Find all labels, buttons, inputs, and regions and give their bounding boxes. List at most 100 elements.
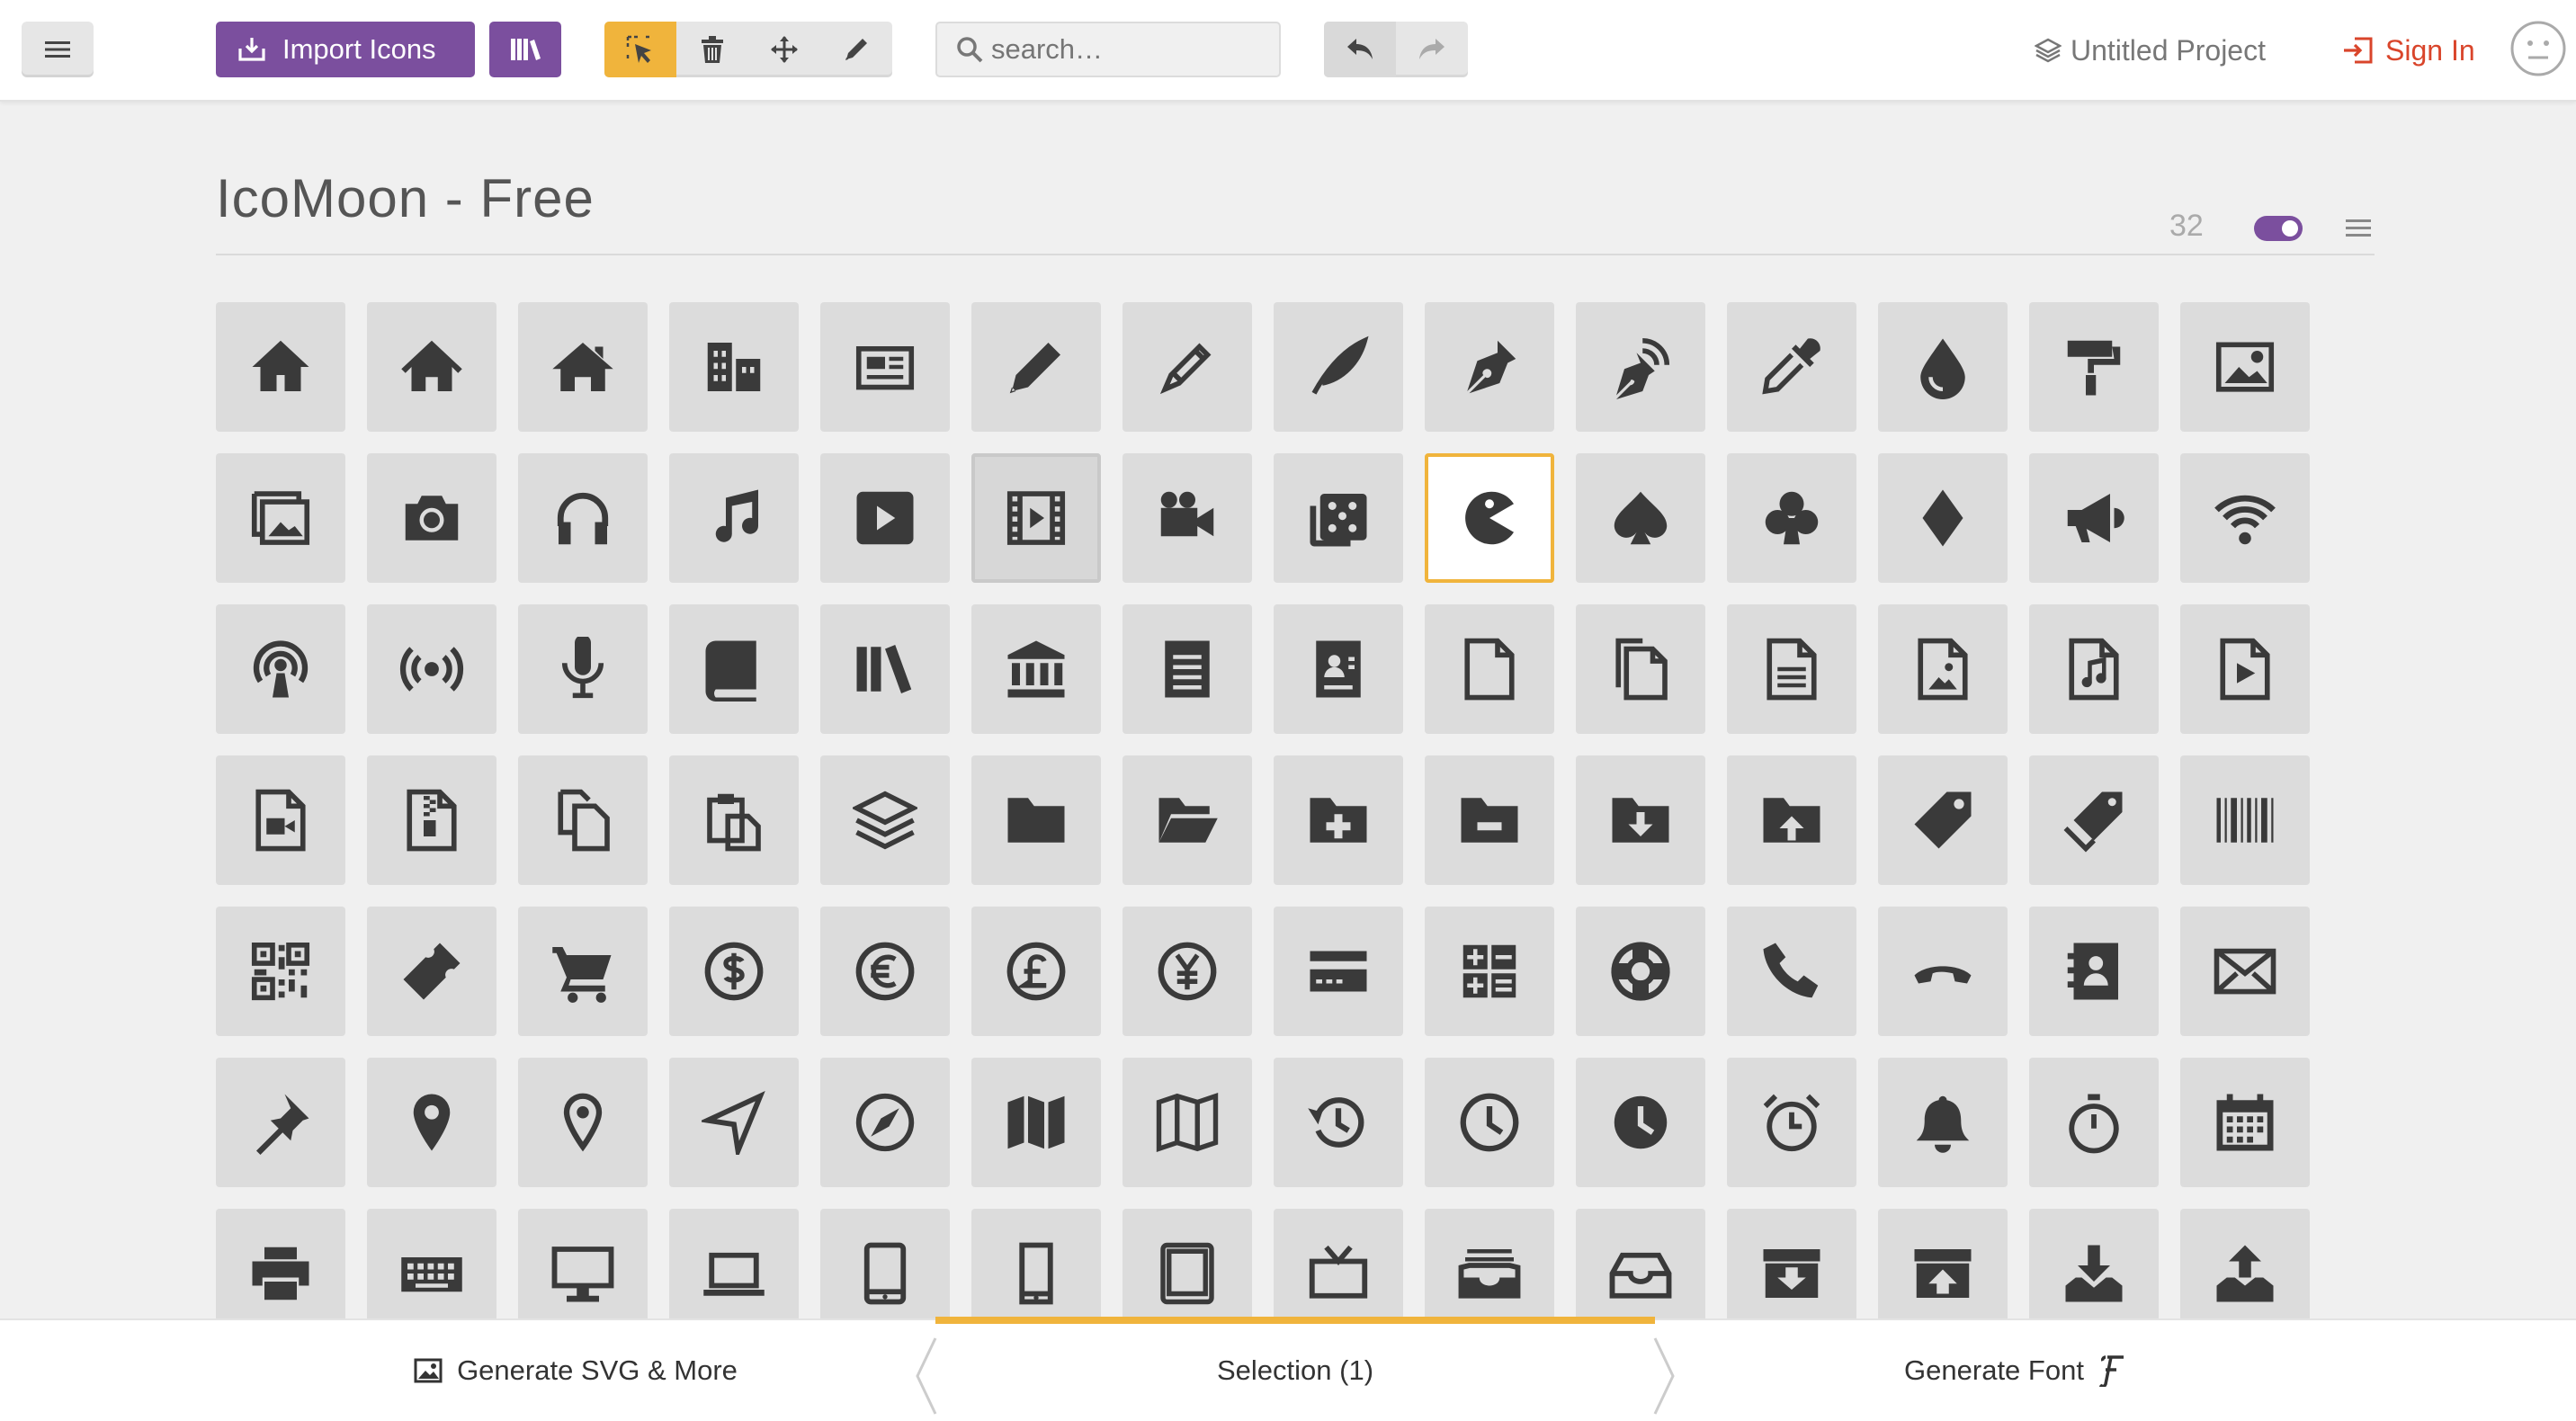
icon-tile-music[interactable] [669, 453, 799, 583]
icon-tile-bell[interactable] [1878, 1058, 2008, 1187]
move-tool-button[interactable] [748, 22, 820, 77]
icon-tile-compass2[interactable] [820, 1058, 950, 1187]
icon-tile-bullhorn[interactable] [2029, 453, 2159, 583]
icon-tile-stack[interactable] [820, 755, 950, 885]
icon-tile-clock[interactable] [1425, 1058, 1554, 1187]
icon-tile-file-picture[interactable] [1878, 604, 2008, 734]
icon-tile-coin-yen[interactable] [1123, 907, 1252, 1036]
icon-tile-feed[interactable] [367, 604, 496, 734]
icon-tile-envelop[interactable] [2180, 907, 2310, 1036]
icon-tile-pacman[interactable] [1425, 453, 1554, 583]
icon-tile-file-text2[interactable] [1727, 604, 1856, 734]
icon-tile-stopwatch[interactable] [2029, 1058, 2159, 1187]
icon-tile-coin-dollar[interactable] [669, 907, 799, 1036]
icon-tile-history[interactable] [1274, 1058, 1403, 1187]
icon-tile-drawer2[interactable] [1576, 1209, 1705, 1319]
icon-tile-headphones[interactable] [518, 453, 648, 583]
icon-tile-tablet[interactable] [1123, 1209, 1252, 1319]
icon-tile-folder-open[interactable] [1123, 755, 1252, 885]
icon-tile-eyedropper[interactable] [1727, 302, 1856, 432]
icon-tile-folder-download[interactable] [1576, 755, 1705, 885]
icon-tile-dice[interactable] [1274, 453, 1403, 583]
icon-tile-quill[interactable] [1274, 302, 1403, 432]
icon-tile-price-tag[interactable] [1878, 755, 2008, 885]
icon-tile-paint-format[interactable] [2029, 302, 2159, 432]
icon-tile-home2[interactable] [367, 302, 496, 432]
icon-tile-barcode[interactable] [2180, 755, 2310, 885]
icon-tile-download[interactable] [2029, 1209, 2159, 1319]
icon-tile-address-book[interactable] [2029, 907, 2159, 1036]
icon-tile-map[interactable] [971, 1058, 1101, 1187]
icon-tile-blog[interactable] [1576, 302, 1705, 432]
icon-tile-paste[interactable] [669, 755, 799, 885]
icon-tile-box-add[interactable] [1727, 1209, 1856, 1319]
set-menu-icon[interactable] [2344, 216, 2373, 241]
icon-tile-file-zip[interactable] [367, 755, 496, 885]
icon-tile-pencil2[interactable] [1123, 302, 1252, 432]
icon-tile-clubs[interactable] [1727, 453, 1856, 583]
icon-tile-cart[interactable] [518, 907, 648, 1036]
icon-tile-folder-plus[interactable] [1274, 755, 1403, 885]
icon-tile-file-empty[interactable] [1425, 604, 1554, 734]
icon-tile-pen[interactable] [1425, 302, 1554, 432]
generate-svg-button[interactable]: Generate SVG & More [216, 1320, 935, 1421]
icon-tile-drawer[interactable] [1425, 1209, 1554, 1319]
icon-tile-location[interactable] [367, 1058, 496, 1187]
icon-tile-keyboard[interactable] [367, 1209, 496, 1319]
project-name-button[interactable]: Untitled Project [2035, 31, 2266, 70]
icon-tile-folder-minus[interactable] [1425, 755, 1554, 885]
icon-tile-podcast[interactable] [216, 604, 345, 734]
edit-tool-button[interactable] [820, 22, 892, 77]
icon-tile-calculator[interactable] [1425, 907, 1554, 1036]
icon-tile-qrcode[interactable] [216, 907, 345, 1036]
icon-tile-display[interactable] [518, 1209, 648, 1319]
icon-tile-book[interactable] [669, 604, 799, 734]
icon-tile-video-camera[interactable] [1123, 453, 1252, 583]
icon-tile-diamonds[interactable] [1878, 453, 2008, 583]
icon-tile-copy[interactable] [518, 755, 648, 885]
icon-tile-lifebuoy[interactable] [1576, 907, 1705, 1036]
icon-tile-files-empty[interactable] [1576, 604, 1705, 734]
icon-tile-books[interactable] [820, 604, 950, 734]
icon-tile-mic[interactable] [518, 604, 648, 734]
show-names-toggle[interactable] [2254, 216, 2303, 241]
icon-tile-tv[interactable] [1274, 1209, 1403, 1319]
icon-tile-folder[interactable] [971, 755, 1101, 885]
icon-tile-profile[interactable] [1274, 604, 1403, 734]
icon-tile-spades[interactable] [1576, 453, 1705, 583]
sign-in-link[interactable]: Sign In [2342, 31, 2475, 70]
icon-tile-mobile2[interactable] [971, 1209, 1101, 1319]
icon-tile-droplet[interactable] [1878, 302, 2008, 432]
main-menu-button[interactable] [22, 22, 94, 77]
icon-tile-compass[interactable] [669, 1058, 799, 1187]
icon-tile-file-video[interactable] [216, 755, 345, 885]
icon-tile-image[interactable] [2180, 302, 2310, 432]
icon-tile-images[interactable] [216, 453, 345, 583]
icon-tile-home[interactable] [216, 302, 345, 432]
icon-tile-file-play[interactable] [2180, 604, 2310, 734]
icon-tile-coin-euro[interactable] [820, 907, 950, 1036]
icon-tile-pushpin[interactable] [216, 1058, 345, 1187]
icon-tile-coin-pound[interactable] [971, 907, 1101, 1036]
undo-button[interactable] [1324, 22, 1396, 77]
select-tool-button[interactable] [604, 22, 676, 77]
redo-button[interactable] [1396, 22, 1468, 77]
icon-tile-credit-card[interactable] [1274, 907, 1403, 1036]
icon-tile-alarm[interactable] [1727, 1058, 1856, 1187]
icon-tile-clock2[interactable] [1576, 1058, 1705, 1187]
icon-tile-location2[interactable] [518, 1058, 648, 1187]
icon-tile-file-text[interactable] [1123, 604, 1252, 734]
icon-tile-newspaper[interactable] [820, 302, 950, 432]
selection-tab[interactable]: Selection (1) [935, 1320, 1655, 1421]
import-icons-button[interactable]: Import Icons [216, 22, 475, 77]
icon-tile-office[interactable] [669, 302, 799, 432]
icon-tile-folder-upload[interactable] [1727, 755, 1856, 885]
icon-tile-library[interactable] [971, 604, 1101, 734]
icon-tile-file-music[interactable] [2029, 604, 2159, 734]
icon-tile-map2[interactable] [1123, 1058, 1252, 1187]
icon-tile-laptop[interactable] [669, 1209, 799, 1319]
generate-font-button[interactable]: Generate Font [1655, 1320, 2375, 1421]
icon-tile-upload[interactable] [2180, 1209, 2310, 1319]
icon-tile-calendar[interactable] [2180, 1058, 2310, 1187]
icon-tile-phone[interactable] [1727, 907, 1856, 1036]
